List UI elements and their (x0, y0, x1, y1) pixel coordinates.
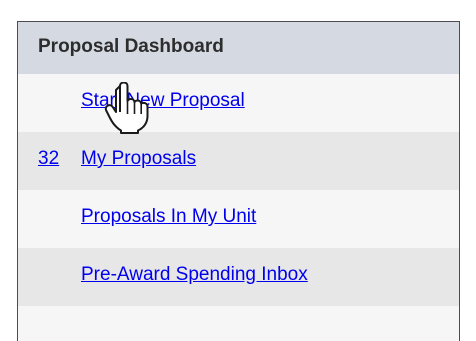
list-item-pre-award-spending-inbox: Pre-Award Spending Inbox (18, 248, 459, 306)
list-item-start-new-proposal: Start New Proposal (18, 74, 459, 132)
list-item-proposals-in-my-unit: Proposals In My Unit (18, 190, 459, 248)
list-item-my-proposals: 32 My Proposals (18, 132, 459, 190)
proposals-in-my-unit-link[interactable]: Proposals In My Unit (81, 206, 256, 228)
my-proposals-link[interactable]: My Proposals (81, 148, 196, 170)
my-proposals-count-link[interactable]: 32 (38, 148, 59, 170)
start-new-proposal-link[interactable]: Start New Proposal (81, 90, 245, 112)
panel-title: Proposal Dashboard (38, 36, 224, 57)
pre-award-spending-inbox-link[interactable]: Pre-Award Spending Inbox (81, 264, 308, 286)
panel-header: Proposal Dashboard (18, 22, 459, 74)
screenshot-frame: Proposal Dashboard Start New Proposal 32… (0, 0, 476, 341)
proposal-dashboard-panel: Proposal Dashboard Start New Proposal 32… (17, 21, 460, 341)
